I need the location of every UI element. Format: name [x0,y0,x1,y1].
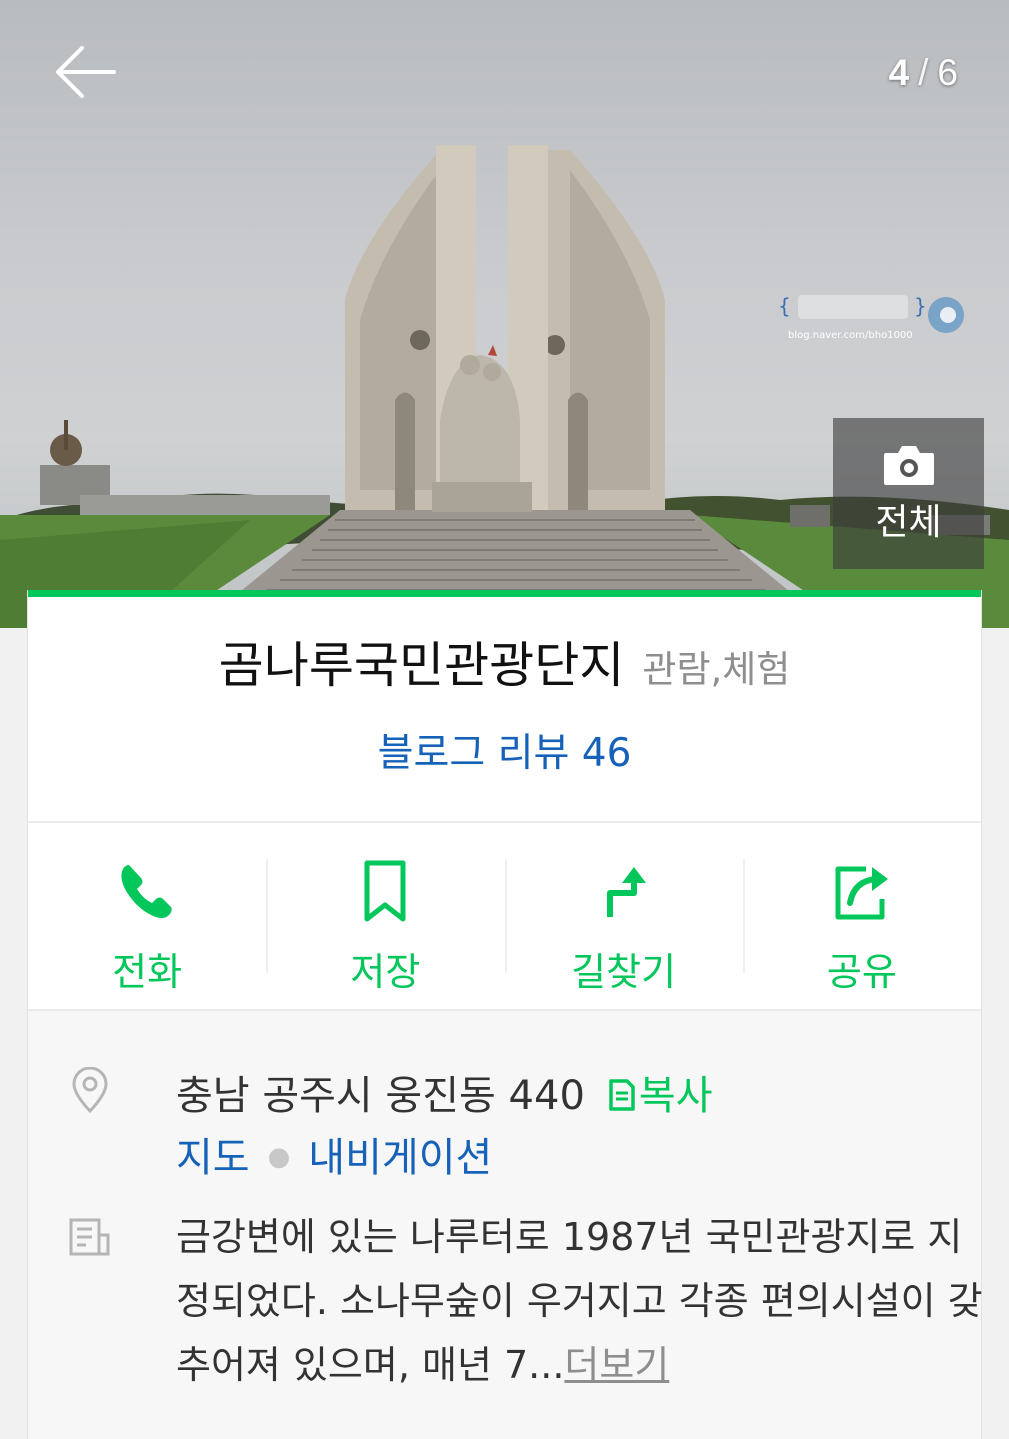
place-name: 곰나루국민관광단지 [218,637,625,694]
back-arrow-icon [56,46,116,98]
navigation-link[interactable]: 내비게이션 [308,1135,492,1181]
svg-text:}: } [914,294,927,318]
bookmark-icon [364,860,406,922]
camera-icon [883,445,934,485]
copy-address-button[interactable]: 복사 [605,1073,713,1119]
blog-review-link[interactable]: 블로그 리뷰 46 [28,722,981,778]
share-icon [835,866,888,920]
place-card: 곰나루국민관광단지 관람,체험 블로그 리뷰 46 전화 저장 길찾기 공유 충… [27,590,983,1439]
accent-bar [28,590,981,597]
directions-button[interactable]: 길찾기 [504,823,743,1009]
directions-icon [606,867,646,917]
directions-label: 길찾기 [571,950,677,994]
location-pin-icon [72,1067,108,1114]
svg-text:{: { [778,294,791,318]
all-photos-button[interactable]: 전체 [833,418,984,569]
map-links: 지도 ● 내비게이션 [176,1125,492,1183]
place-category: 관람,체험 [642,648,791,691]
photo-total-count: 6 [937,52,959,93]
document-icon [69,1218,110,1256]
map-link[interactable]: 지도 [176,1135,250,1181]
blog-watermark: { } blog.naver.com/bho1000 [776,285,976,345]
hero-photo[interactable]: { } blog.naver.com/bho1000 4/6 전체 [0,0,1009,628]
call-label: 전화 [112,950,183,994]
save-button[interactable]: 저장 [266,823,504,1009]
address-row: 충남 공주시 웅진동 440 복사 지도 ● 내비게이션 [68,1063,951,1193]
svg-text:blog.naver.com/bho1000: blog.naver.com/bho1000 [788,330,913,341]
photo-counter: 4/6 [889,52,959,94]
back-button[interactable] [44,36,124,108]
address-text: 충남 공주시 웅진동 440 [176,1073,585,1119]
description: 금강변에 있는 나루터로 1987년 국민관광지로 지정되었다. 소나무숲이 우… [176,1205,986,1397]
info-section: 충남 공주시 웅진동 440 복사 지도 ● 내비게이션 금강변에 있는 나루터로 1… [28,1011,983,1439]
copy-icon [609,1079,635,1111]
call-button[interactable]: 전화 [28,823,266,1009]
copy-label: 복사 [638,1073,713,1119]
share-button[interactable]: 공유 [742,823,981,1009]
phone-icon [121,865,172,918]
share-label: 공유 [826,950,897,994]
description-row: 금강변에 있는 나루터로 1987년 국민관광지로 지정되었다. 소나무숲이 우… [68,1205,983,1405]
photo-counter-separator: / [918,52,930,93]
title-row: 곰나루국민관광단지 관람,체험 [28,626,981,697]
action-bar: 전화 저장 길찾기 공유 [28,823,981,1009]
photo-current-index: 4 [888,52,911,93]
all-photos-label: 전체 [875,501,942,543]
link-separator-dot: ● [267,1142,291,1172]
address-line: 충남 공주시 웅진동 440 복사 [176,1063,713,1121]
save-label: 저장 [350,950,421,994]
more-button[interactable]: 더보기 [564,1343,669,1387]
